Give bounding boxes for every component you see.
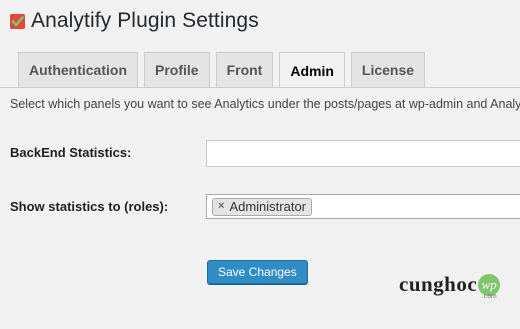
intro-text: Select which panels you want to see Anal…: [10, 97, 520, 111]
page-title: Analytify Plugin Settings: [31, 9, 259, 32]
role-chip-administrator: × Administrator: [212, 197, 313, 216]
save-changes-button[interactable]: Save Changes: [207, 260, 308, 284]
role-chip-label: Administrator: [229, 199, 307, 214]
roles-multiselect[interactable]: × Administrator: [206, 194, 520, 219]
checkmark-icon: [10, 13, 25, 29]
tab-admin[interactable]: Admin: [279, 52, 345, 88]
tab-profile[interactable]: Profile: [144, 52, 210, 87]
watermark-logo: cunghoc wp .com: [399, 272, 501, 300]
tab-front[interactable]: Front: [215, 52, 274, 87]
backend-statistics-label: BackEnd Statistics:: [10, 145, 132, 160]
roles-label: Show statistics to (roles):: [10, 199, 169, 214]
watermark-sub: .com: [482, 293, 497, 300]
watermark-text: cunghoc: [399, 272, 478, 296]
settings-page: Analytify Plugin Settings Authentication…: [0, 0, 520, 329]
tab-authentication[interactable]: Authentication: [18, 52, 138, 87]
tab-license[interactable]: License: [350, 52, 426, 87]
title-row: Analytify Plugin Settings: [10, 9, 259, 33]
tab-bar: Authentication Profile Front Admin Licen…: [18, 52, 426, 88]
tab-divider: [0, 87, 520, 88]
remove-icon[interactable]: ×: [218, 201, 224, 212]
backend-statistics-input[interactable]: [206, 140, 520, 167]
